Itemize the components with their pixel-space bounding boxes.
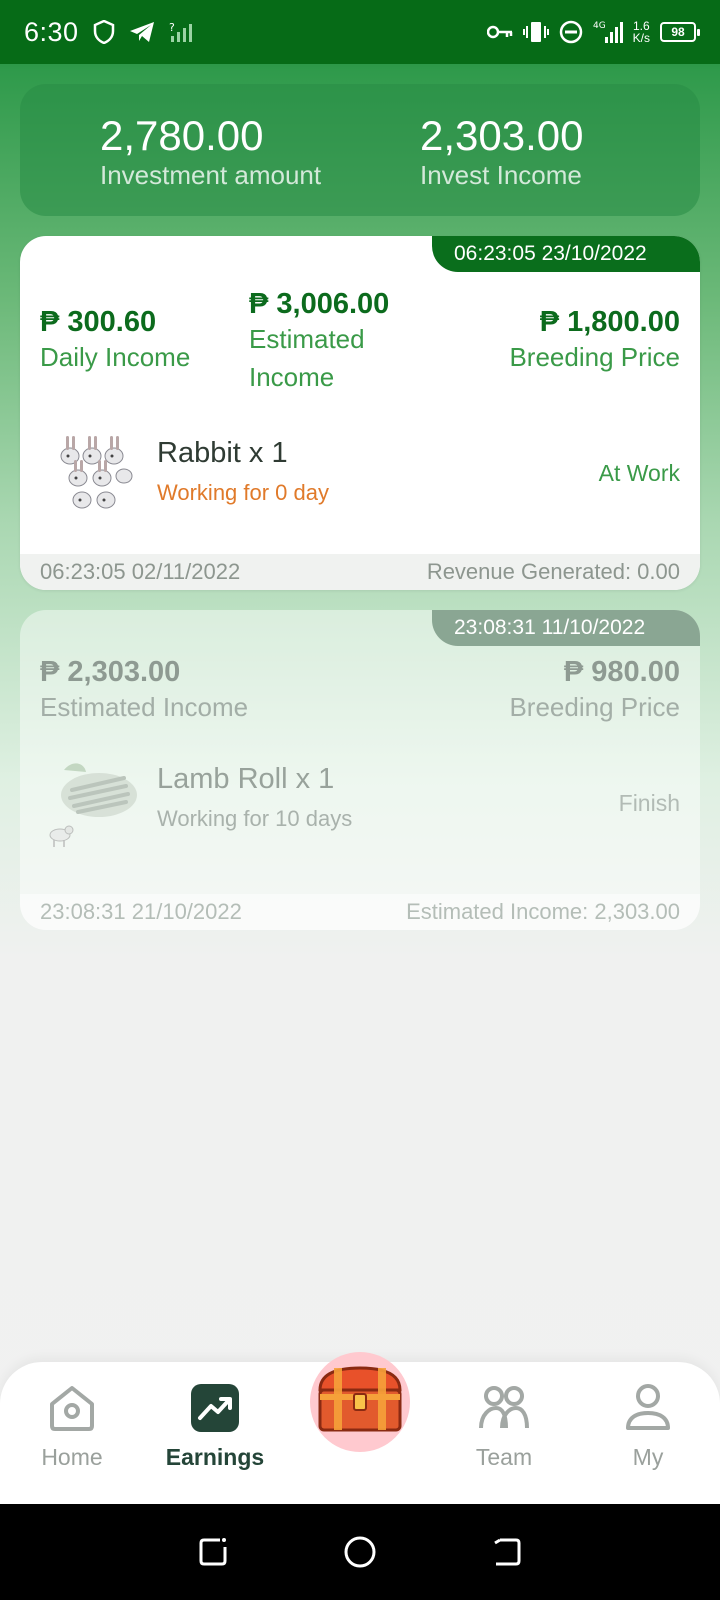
estimated-income-block: ₱ 2,303.00 Estimated Income bbox=[40, 656, 248, 726]
investment-amount-value: 2,780.00 bbox=[100, 112, 264, 159]
status-time: 6:30 bbox=[24, 16, 79, 47]
home-button[interactable] bbox=[330, 1522, 390, 1582]
back-icon bbox=[493, 1538, 521, 1566]
footer-date: 06:23:05 02/11/2022 bbox=[40, 559, 241, 584]
estimated-income-block: ₱ 3,006.00 Estimated Income bbox=[249, 288, 389, 396]
rabbit-image bbox=[48, 426, 138, 516]
product-info: Lamb Roll x 1 Working for 10 days bbox=[157, 762, 352, 834]
nav-team-label: Team bbox=[475, 1444, 533, 1470]
invest-income-block: 2,303.00 Invest Income bbox=[420, 114, 584, 191]
footer-info: Revenue Generated: 0.00 bbox=[426, 559, 680, 584]
product-name: Rabbit x 1 bbox=[157, 437, 288, 469]
signal-unknown-icon: ? bbox=[169, 20, 193, 44]
estimated-income-label: Estimated bbox=[249, 324, 365, 354]
daily-income-value: ₱ 300.60 bbox=[40, 306, 157, 338]
lamb-roll-image bbox=[44, 750, 144, 850]
do-not-disturb-icon bbox=[559, 20, 583, 44]
breeding-price-label: Breeding Price bbox=[509, 692, 680, 722]
nav-my[interactable]: My bbox=[588, 1378, 708, 1471]
net-speed-unit: K/s bbox=[632, 31, 650, 45]
bottom-nav: Home Earnings Team My bbox=[0, 1352, 720, 1504]
estimated-income-label-line2: Income bbox=[249, 362, 335, 392]
invest-income-label: Invest Income bbox=[420, 160, 582, 190]
nav-home[interactable]: Home bbox=[12, 1378, 132, 1471]
investment-amount-block: 2,780.00 Investment amount bbox=[100, 114, 321, 191]
product-name: Lamb Roll x 1 bbox=[157, 763, 335, 795]
product-info: Rabbit x 1 Working for 0 day bbox=[157, 436, 329, 508]
estimated-income-value: ₱ 2,303.00 bbox=[40, 656, 181, 688]
vpn-key-icon bbox=[486, 24, 513, 40]
breeding-price-value: ₱ 1,800.00 bbox=[539, 306, 680, 338]
breeding-price-block: ₱ 1,800.00 Breeding Price bbox=[509, 306, 680, 376]
shield-icon bbox=[93, 20, 115, 44]
footer-date: 23:08:31 21/10/2022 bbox=[40, 899, 242, 924]
mobile-signal-icon: 4G bbox=[593, 19, 623, 45]
order-state: At Work bbox=[598, 460, 680, 486]
nav-my-label: My bbox=[632, 1444, 664, 1470]
order-footer: 06:23:05 02/11/2022 Revenue Generated: 0… bbox=[20, 554, 700, 590]
invest-income-value: 2,303.00 bbox=[420, 112, 584, 159]
estimated-income-value: ₱ 3,006.00 bbox=[249, 288, 390, 320]
working-status: Working for 10 days bbox=[157, 806, 353, 831]
user-icon bbox=[618, 1378, 678, 1438]
vibrate-icon bbox=[522, 20, 549, 44]
nav-team[interactable]: Team bbox=[444, 1378, 564, 1471]
recent-apps-icon bbox=[199, 1538, 227, 1566]
breeding-price-block: ₱ 980.00 Breeding Price bbox=[509, 656, 680, 726]
home-circle-icon bbox=[344, 1536, 376, 1568]
summary-card: 2,780.00 Investment amount 2,303.00 Inve… bbox=[20, 84, 700, 216]
treasure-chest-button[interactable] bbox=[310, 1352, 410, 1452]
daily-income-block: ₱ 300.60 Daily Income bbox=[40, 306, 190, 376]
earnings-icon bbox=[185, 1378, 245, 1438]
team-icon bbox=[474, 1378, 534, 1438]
treasure-chest-icon bbox=[312, 1364, 408, 1441]
breeding-price-label: Breeding Price bbox=[509, 342, 680, 372]
nav-earnings-label: Earnings bbox=[165, 1444, 265, 1470]
estimated-income-label: Estimated Income bbox=[40, 692, 249, 722]
working-status: Working for 0 day bbox=[157, 480, 330, 505]
order-timestamp: 06:23:05 23/10/2022 bbox=[432, 236, 700, 272]
telegram-icon bbox=[129, 21, 155, 43]
nav-earnings[interactable]: Earnings bbox=[155, 1378, 275, 1471]
home-icon bbox=[42, 1378, 102, 1438]
order-card[interactable]: 06:23:05 23/10/2022 ₱ 300.60 Daily Incom… bbox=[20, 236, 700, 590]
footer-info: Estimated Income: 2,303.00 bbox=[406, 899, 680, 924]
nav-home-label: Home bbox=[41, 1444, 103, 1470]
back-button[interactable] bbox=[477, 1522, 537, 1582]
recent-apps-button[interactable] bbox=[183, 1522, 243, 1582]
battery-level: 98 bbox=[671, 25, 685, 39]
daily-income-label: Daily Income bbox=[40, 342, 191, 372]
net-speed: 1.6 K/s bbox=[633, 20, 650, 44]
network-type-label: 4G bbox=[593, 21, 606, 31]
order-state: Finish bbox=[618, 790, 680, 816]
svg-text:?: ? bbox=[169, 21, 175, 34]
order-timestamp: 23:08:31 11/10/2022 bbox=[432, 610, 700, 646]
investment-amount-label: Investment amount bbox=[100, 160, 322, 190]
breeding-price-value: ₱ 980.00 bbox=[563, 656, 680, 688]
order-footer: 23:08:31 21/10/2022 Estimated Income: 2,… bbox=[20, 894, 700, 930]
status-bar: 6:30 ? 4G 1.6 K/s 98 bbox=[0, 0, 720, 64]
system-nav-bar bbox=[0, 1504, 720, 1600]
battery-icon: 98 bbox=[660, 22, 700, 42]
order-card[interactable]: 23:08:31 11/10/2022 ₱ 2,303.00 Estimated… bbox=[20, 610, 700, 930]
